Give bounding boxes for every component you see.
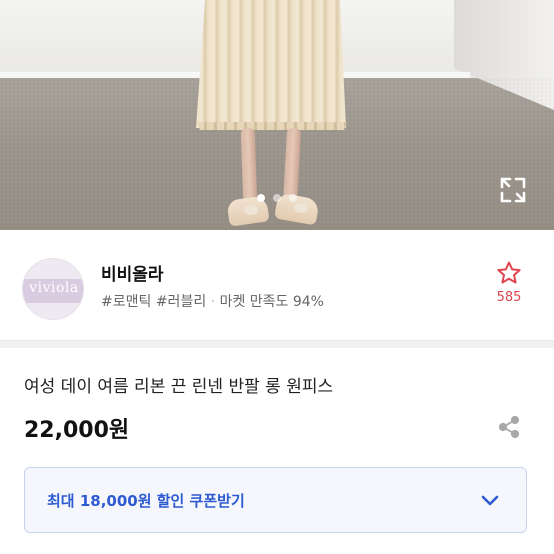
star-outline-icon	[497, 261, 521, 284]
market-satisfaction: 마켓 만족도 94%	[219, 294, 324, 310]
product-photo-shoe-bow	[244, 205, 258, 215]
seller-section[interactable]: viviola 비비올라 #로맨틱 #러블리 · 마켓 만족도 94% 585	[0, 230, 554, 340]
expand-button[interactable]	[496, 173, 530, 207]
carousel-indicator	[0, 194, 554, 202]
seller-logo[interactable]: viviola	[22, 258, 84, 320]
share-button[interactable]	[496, 414, 522, 440]
seller-tags: #로맨틱 #러블리 · 마켓 만족도 94%	[101, 291, 324, 311]
coupon-label: 최대 18,000원 할인 쿠폰받기	[47, 492, 245, 510]
chevron-down-icon	[481, 495, 499, 506]
carousel-dot-active[interactable]	[257, 194, 265, 202]
carousel-dot[interactable]	[273, 194, 281, 202]
product-photo-shoe-bow	[294, 203, 308, 213]
product-title: 여성 데이 여름 리본 끈 린넨 반팔 롱 원피스	[24, 377, 334, 397]
product-photo-dress	[196, 0, 346, 128]
share-icon	[498, 415, 520, 439]
favorite-count: 585	[496, 290, 522, 305]
expand-icon	[500, 177, 526, 203]
seller-tag[interactable]: #로맨틱	[101, 294, 151, 310]
carousel-dot[interactable]	[289, 194, 297, 202]
section-divider	[0, 340, 554, 348]
seller-tag[interactable]: #러블리	[156, 294, 206, 310]
product-photo-hem	[197, 122, 347, 130]
coupon-button[interactable]: 최대 18,000원 할인 쿠폰받기	[24, 467, 527, 533]
seller-logo-text: viviola	[29, 280, 79, 296]
product-price: 22,000원	[24, 418, 130, 443]
seller-name[interactable]: 비비올라	[101, 260, 164, 285]
tag-separator: ·	[210, 294, 216, 310]
favorite-button[interactable]: 585	[490, 260, 528, 305]
product-image-gallery[interactable]	[0, 0, 554, 230]
